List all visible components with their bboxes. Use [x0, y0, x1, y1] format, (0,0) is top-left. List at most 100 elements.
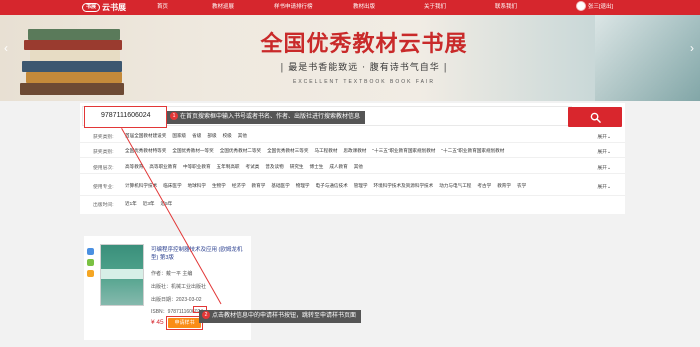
logo[interactable]: 书展 云书展 — [82, 2, 126, 13]
filter-option[interactable]: 临床医学 — [163, 183, 181, 188]
chevron-down-icon: ⌄ — [606, 135, 611, 140]
filter-option[interactable]: 首届全国教材建设奖 — [125, 133, 166, 138]
filter-option[interactable]: 教育学 — [497, 183, 511, 188]
filter-option[interactable]: 地球科学 — [188, 183, 206, 188]
filter-option[interactable]: 成人教育 — [329, 164, 347, 169]
leaf-decoration — [595, 15, 700, 101]
filter-label: 出版时间: — [93, 203, 114, 208]
filter-option[interactable]: 其他 — [354, 164, 363, 169]
filter-option[interactable]: 全国优秀教材三等奖 — [267, 148, 308, 153]
filter-options: 近1年 近3年 近5年 — [125, 201, 178, 207]
nav-item-about[interactable]: 关于我们 — [424, 0, 446, 15]
filter-option[interactable]: 中等职业教育 — [183, 164, 211, 169]
card-side-icons — [87, 248, 94, 281]
filter-option[interactable]: 基础医学 — [271, 183, 289, 188]
filter-options: 计算机科学技术 临床医学 地球科学 生物学 经济学 教育学 基础医学 物理学 电子与通信技术 管理… — [125, 183, 532, 189]
filter-option[interactable]: 管理学 — [354, 183, 368, 188]
filter-row-major: 使用专业: 计算机科学技术 临床医学 地球科学 生物学 经济学 教育学 基础医学 物理学 电子与… — [80, 179, 625, 196]
filter-option[interactable]: 国家级 — [172, 133, 186, 138]
search-value[interactable]: 9787111606024 — [101, 112, 151, 119]
banner-title: 全国优秀教材云书展 — [260, 31, 468, 57]
filter-option[interactable]: 考试类 — [246, 164, 260, 169]
award-icon — [87, 259, 94, 266]
filter-option[interactable]: 校级 — [223, 133, 232, 138]
filter-label: 使用层次: — [93, 166, 114, 171]
book-date: 出版日期：2023-03-02 — [151, 297, 202, 303]
filter-option[interactable]: "十三五"职业教育国家规划教材 — [372, 148, 435, 153]
filter-option[interactable]: 全国优秀教材二等奖 — [220, 148, 261, 153]
filter-option[interactable]: 全国优秀教材特等奖 — [125, 148, 166, 153]
filter-option[interactable]: 电子与通信技术 — [316, 183, 348, 188]
book-author: 作者：戴一平 主编 — [151, 271, 193, 277]
filter-label: 获奖类别: — [93, 150, 114, 155]
nav-item-tour[interactable]: 教材巡展 — [212, 0, 234, 15]
book-stack-image — [20, 19, 125, 101]
nav-item-contact[interactable]: 联系我们 — [495, 0, 517, 15]
filter-option[interactable]: 教育学 — [252, 183, 266, 188]
avatar — [576, 1, 586, 11]
filter-option[interactable]: 马工程教材 — [314, 148, 337, 153]
filter-option[interactable]: "十二五"职业教育国家规划教材 — [441, 148, 504, 153]
next-arrow-icon[interactable]: › — [690, 41, 694, 55]
user-menu[interactable]: 张三[退出] — [576, 1, 613, 11]
filter-option[interactable]: 全国优秀教材一等奖 — [172, 148, 213, 153]
annotation-number-2: 2 — [202, 311, 210, 320]
expand-button[interactable]: 展开⌄ — [597, 148, 611, 155]
annotation-number-1: 1 — [170, 112, 178, 121]
nav-item-publish[interactable]: 教材出版 — [353, 0, 375, 15]
filter-option[interactable]: 环境科学技术及资源科学技术 — [374, 183, 434, 188]
book-price: ¥ 45 — [151, 319, 164, 326]
book-title[interactable]: 可编程序控制器技术及应用 (欧姆龙机型) 第3版 — [151, 246, 247, 262]
filter-option[interactable]: 高等教育 — [125, 164, 143, 169]
filter-option[interactable]: 五年制高职 — [217, 164, 240, 169]
bookmark-icon[interactable] — [87, 248, 94, 255]
filter-option[interactable]: 考古学 — [477, 183, 491, 188]
hero-banner: ‹ › 全国优秀教材云书展 | 最是书香能致远 · 腹有诗书气自华 | EXCE… — [0, 15, 700, 101]
filter-options: 首届全国教材建设奖 国家级 省级 部级 校级 其他 — [125, 133, 253, 139]
filter-option[interactable]: 部级 — [207, 133, 216, 138]
book-publisher: 出版社：机械工业出版社 — [151, 284, 207, 290]
logo-text: 云书展 — [102, 3, 126, 12]
user-name[interactable]: 张三[退出] — [588, 2, 613, 10]
banner-subtitle: | 最是书香能致远 · 腹有诗书气自华 | — [280, 63, 448, 73]
cover-band — [101, 269, 143, 279]
logo-badge: 书展 — [82, 3, 100, 12]
filter-option[interactable]: 思政课教材 — [343, 148, 366, 153]
nav-item-ranking[interactable]: 样书申请排行榜 — [274, 0, 313, 15]
chevron-down-icon: ⌄ — [606, 185, 611, 190]
filter-option[interactable]: 研究生 — [290, 164, 304, 169]
page: 书展 云书展 首页 教材巡展 样书申请排行榜 教材出版 关于我们 联系我们 张三… — [0, 0, 700, 347]
expand-button[interactable]: 展开⌄ — [597, 164, 611, 171]
annotation-tip-1: 1 在首页搜索框中输入书号或者书名、作者、出版社进行搜索教材信息 — [167, 111, 366, 124]
filter-option[interactable]: 其他 — [238, 133, 247, 138]
filter-option[interactable]: 经济学 — [232, 183, 246, 188]
filter-option[interactable]: 农学 — [517, 183, 526, 188]
filter-option[interactable]: 省级 — [192, 133, 201, 138]
filter-option[interactable]: 高等职业教育 — [149, 164, 177, 169]
filter-option[interactable]: 生物学 — [212, 183, 226, 188]
filter-options: 全国优秀教材特等奖 全国优秀教材一等奖 全国优秀教材二等奖 全国优秀教材三等奖 马工程教… — [125, 148, 510, 154]
filter-option[interactable]: 物理学 — [296, 183, 310, 188]
search-button[interactable] — [568, 107, 622, 127]
nav-item-home[interactable]: 首页 — [157, 0, 168, 15]
annotation-text-1: 在首页搜索框中输入书号或者书名、作者、出版社进行搜索教材信息 — [180, 114, 361, 120]
book-cover-image[interactable] — [100, 244, 144, 306]
chevron-down-icon: ⌄ — [606, 166, 611, 171]
filter-option[interactable]: 动力与电气工程 — [439, 183, 471, 188]
star-icon — [87, 270, 94, 277]
filter-option[interactable]: 近3年 — [143, 201, 155, 206]
filter-options: 高等教育 高等职业教育 中等职业教育 五年制高职 考试类 普及读物 研究生 博士生 成人教育 其他 — [125, 164, 369, 170]
banner-english-title: EXCELLENT TEXTBOOK BOOK FAIR — [293, 79, 435, 85]
filter-label: 获奖类别: — [93, 135, 114, 140]
top-nav: 书展 云书展 首页 教材巡展 样书申请排行榜 教材出版 关于我们 联系我们 张三… — [0, 0, 700, 15]
filter-option[interactable]: 博士生 — [310, 164, 324, 169]
expand-button[interactable]: 展开⌄ — [597, 133, 611, 140]
search-icon — [590, 112, 601, 123]
filter-option[interactable]: 近1年 — [125, 201, 137, 206]
annotation-tip-2: 2 点击教材信息中的申请样书按钮，跳转至申请样书页面 — [199, 310, 362, 323]
prev-arrow-icon[interactable]: ‹ — [4, 41, 8, 55]
expand-button[interactable]: 展开⌄ — [597, 183, 611, 190]
filter-row-award-type: 获奖类别: 全国优秀教材特等奖 全国优秀教材一等奖 全国优秀教材二等奖 全国优秀教材三… — [80, 144, 625, 158]
filter-option[interactable]: 普及读物 — [265, 164, 283, 169]
filter-row-level: 使用层次: 高等教育 高等职业教育 中等职业教育 五年制高职 考试类 普及读物 研究生 博士生… — [80, 160, 625, 174]
